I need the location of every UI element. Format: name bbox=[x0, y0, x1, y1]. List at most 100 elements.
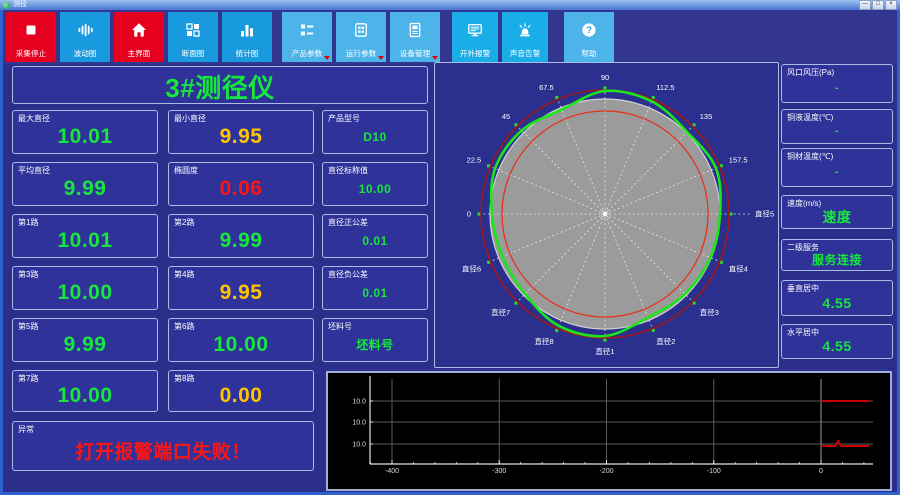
status-value: 服务连接 bbox=[811, 253, 862, 267]
trend-chart-canvas: 10.0 10.0 10.0 -400 -300 -200 -100 0 bbox=[352, 376, 873, 475]
toolbar-button-device-manage[interactable]: 设备管理 bbox=[390, 12, 440, 62]
toolbar-button-label: 产品参数 bbox=[291, 49, 323, 58]
page-title: 3#测径仪 bbox=[165, 72, 275, 103]
dropdown-arrow-icon bbox=[432, 56, 438, 60]
toolbar-button-label: 波动图 bbox=[73, 49, 97, 58]
toolbar-button-label: 声音告警 bbox=[509, 49, 541, 58]
metric-value: 10.01 bbox=[57, 228, 113, 252]
svg-text:157.5: 157.5 bbox=[729, 156, 748, 165]
status-value: 4.55 bbox=[822, 338, 852, 354]
polar-chart-canvas: 直径5 157.5 135 112.5 90 67.5 45 22.5 0 直径6 直径7 直径8 直径… bbox=[462, 73, 774, 356]
toolbar-button-product-params[interactable]: 产品参数 bbox=[282, 12, 332, 62]
toolbar-button-sound-alarm[interactable]: 声音告警 bbox=[502, 12, 548, 62]
dropdown-arrow-icon bbox=[324, 56, 330, 60]
metric-value: 10.00 bbox=[213, 332, 269, 356]
svg-text:-400: -400 bbox=[385, 468, 399, 475]
metric-card-minus-tolerance: 直径负公差 0.01 bbox=[322, 266, 428, 310]
metric-value: 9.99 bbox=[63, 176, 107, 200]
status-card-speed: 速度(m/s) 速度 bbox=[781, 195, 893, 229]
svg-text:112.5: 112.5 bbox=[656, 83, 674, 92]
metric-value: 9.99 bbox=[219, 228, 263, 252]
svg-text:-200: -200 bbox=[599, 468, 613, 475]
alarm-status-card: 异常 打开报警端口失败！ bbox=[12, 421, 314, 471]
status-value: 速度 bbox=[822, 208, 852, 225]
metric-value: 0.06 bbox=[219, 176, 263, 200]
maximize-button[interactable]: □ bbox=[872, 0, 884, 10]
metric-value: 0.00 bbox=[219, 383, 263, 407]
metric-card-channel-7: 第7路 10.00 bbox=[12, 370, 158, 412]
run-params-icon bbox=[353, 12, 369, 48]
svg-text:45: 45 bbox=[502, 112, 510, 121]
minimize-button[interactable]: — bbox=[859, 0, 871, 10]
external-alarm-icon bbox=[467, 12, 483, 48]
metric-value: D10 bbox=[363, 129, 387, 144]
svg-text:-100: -100 bbox=[707, 468, 721, 475]
metric-value: 坯料号 bbox=[356, 338, 394, 352]
toolbar-button-external-alarm[interactable]: 开外报警 bbox=[452, 12, 498, 62]
toolbar-button-main-screen[interactable]: 主界面 bbox=[114, 12, 164, 62]
toolbar-button-statistics[interactable]: 统计图 bbox=[222, 12, 272, 62]
svg-text:90: 90 bbox=[601, 73, 609, 82]
app-icon bbox=[3, 1, 10, 9]
metric-value: 10.00 bbox=[57, 383, 113, 407]
svg-text:10.0: 10.0 bbox=[352, 399, 366, 406]
help-icon: ? bbox=[581, 12, 597, 48]
status-card-vertical-centering: 垂直居中 4.55 bbox=[781, 280, 893, 316]
status-card-horizontal-centering: 水平居中 4.55 bbox=[781, 324, 893, 359]
app-window: 测径 — □ × 采集停止 波动图 主界面 断面图 统计图 产品参数 运行参数 … bbox=[0, 0, 900, 495]
metric-value: 0.01 bbox=[362, 285, 388, 300]
product-params-icon bbox=[299, 12, 315, 48]
status-value: - bbox=[834, 125, 840, 137]
svg-text:直径1: 直径1 bbox=[595, 346, 614, 356]
svg-text:22.5: 22.5 bbox=[467, 156, 482, 165]
metric-card-max-diameter: 最大直径 10.01 bbox=[12, 110, 158, 154]
metric-value: 9.95 bbox=[219, 280, 263, 304]
device-manage-icon bbox=[407, 12, 423, 48]
svg-text:0: 0 bbox=[819, 468, 823, 475]
toolbar-button-help[interactable]: ? 帮助 bbox=[564, 12, 614, 62]
toolbar-button-wave-chart[interactable]: 波动图 bbox=[60, 12, 110, 62]
metric-card-channel-2: 第2路 9.99 bbox=[168, 214, 314, 258]
metric-card-ovality: 椭圆度 0.06 bbox=[168, 162, 314, 206]
metric-card-nominal-diameter: 直径标称值 10.00 bbox=[322, 162, 428, 206]
status-card-air-pressure: 风口风压(Pa) - bbox=[781, 64, 893, 103]
metric-card-channel-6: 第6路 10.00 bbox=[168, 318, 314, 362]
waveform-icon bbox=[77, 12, 94, 48]
svg-text:10.0: 10.0 bbox=[352, 442, 366, 449]
toolbar-button-label: 主界面 bbox=[127, 49, 151, 58]
metric-value: 10.01 bbox=[57, 124, 113, 148]
metric-card-channel-5: 第5路 9.99 bbox=[12, 318, 158, 362]
toolbar-button-stop-capture[interactable]: 采集停止 bbox=[6, 12, 56, 62]
svg-text:10.0: 10.0 bbox=[352, 420, 366, 427]
metric-card-billet-number: 坯料号 坯料号 bbox=[322, 318, 428, 362]
home-icon bbox=[131, 12, 147, 48]
metric-card-channel-1: 第1路 10.01 bbox=[12, 214, 158, 258]
svg-text:直径8: 直径8 bbox=[535, 336, 554, 346]
svg-text:135: 135 bbox=[700, 112, 713, 121]
alarm-message: 打开报警端口失败！ bbox=[75, 442, 251, 463]
metric-card-product-model: 产品型号 D10 bbox=[322, 110, 428, 154]
svg-text:直径5: 直径5 bbox=[755, 209, 774, 219]
stop-icon bbox=[23, 12, 39, 48]
toolbar-button-label: 帮助 bbox=[581, 49, 597, 58]
toolbar-button-label: 断面图 bbox=[181, 49, 205, 58]
toolbar-button-cross-section[interactable]: 断面图 bbox=[168, 12, 218, 62]
status-value: - bbox=[834, 82, 840, 94]
close-button[interactable]: × bbox=[885, 0, 897, 10]
metric-card-avg-diameter: 平均直径 9.99 bbox=[12, 162, 158, 206]
window-controls: — □ × bbox=[859, 0, 897, 10]
dropdown-arrow-icon bbox=[378, 56, 384, 60]
svg-text:-300: -300 bbox=[492, 468, 506, 475]
cross-section-icon bbox=[185, 12, 201, 48]
sound-alarm-icon bbox=[517, 12, 533, 48]
toolbar-button-label: 统计图 bbox=[235, 49, 259, 58]
cross-section-polar-chart: 直径5 157.5 135 112.5 90 67.5 45 22.5 0 直径6 直径7 直径8 直径… bbox=[434, 62, 779, 368]
svg-text:直径6: 直径6 bbox=[462, 263, 481, 273]
gauge-title-card: 3#测径仪 bbox=[12, 66, 428, 104]
status-card-copper-liquid-temp: 铜液温度(℃) - bbox=[781, 109, 893, 144]
toolbar-button-run-params[interactable]: 运行参数 bbox=[336, 12, 386, 62]
metric-card-channel-8: 第8路 0.00 bbox=[168, 370, 314, 412]
toolbar-button-label: 开外报警 bbox=[459, 49, 491, 58]
toolbar-button-label: 运行参数 bbox=[345, 49, 377, 58]
status-value: - bbox=[834, 166, 840, 178]
